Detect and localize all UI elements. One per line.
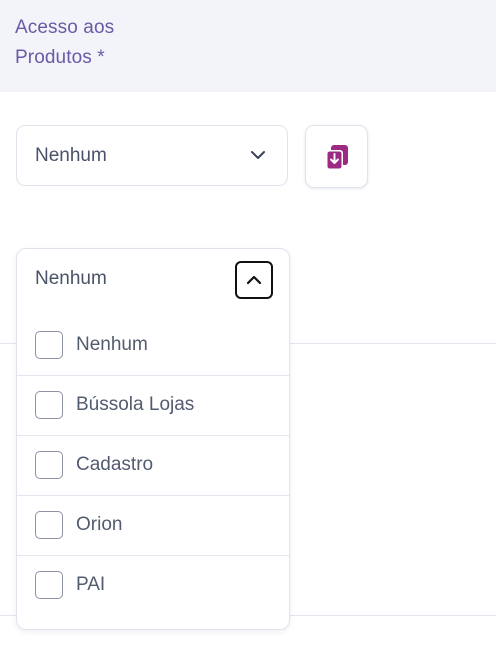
collapse-button[interactable] <box>235 261 273 299</box>
option-label: Bússola Lojas <box>76 394 195 415</box>
option-nenhum[interactable]: Nenhum <box>17 316 289 376</box>
option-label: Nenhum <box>76 334 148 355</box>
field-header: Acesso aos Produtos * <box>0 0 496 92</box>
options-list: Nenhum Bússola Lojas Cadastro Orion PAI <box>17 316 289 616</box>
products-dropdown[interactable]: Nenhum Nenhum Bússola Lojas Cadastro Ori… <box>16 248 290 630</box>
copy-download-button[interactable] <box>305 125 368 188</box>
checkbox[interactable] <box>35 391 63 419</box>
dropdown-value: Nenhum <box>35 268 107 289</box>
select-value: Nenhum <box>35 145 107 166</box>
copy-download-icon <box>326 145 348 170</box>
option-label: Orion <box>76 514 123 535</box>
option-orion[interactable]: Orion <box>17 496 289 556</box>
checkbox[interactable] <box>35 571 63 599</box>
checkbox[interactable] <box>35 331 63 359</box>
chevron-down-icon <box>251 151 265 159</box>
option-label: Cadastro <box>76 454 154 475</box>
products-select[interactable]: Nenhum <box>16 125 288 186</box>
option-pai[interactable]: PAI <box>17 556 289 616</box>
option-cadastro[interactable]: Cadastro <box>17 436 289 496</box>
chevron-up-icon <box>246 275 262 285</box>
checkbox[interactable] <box>35 511 63 539</box>
option-bussola-lojas[interactable]: Bússola Lojas <box>17 376 289 436</box>
field-label: Acesso aos Produtos * <box>15 17 115 68</box>
checkbox[interactable] <box>35 451 63 479</box>
option-label: PAI <box>76 574 106 595</box>
